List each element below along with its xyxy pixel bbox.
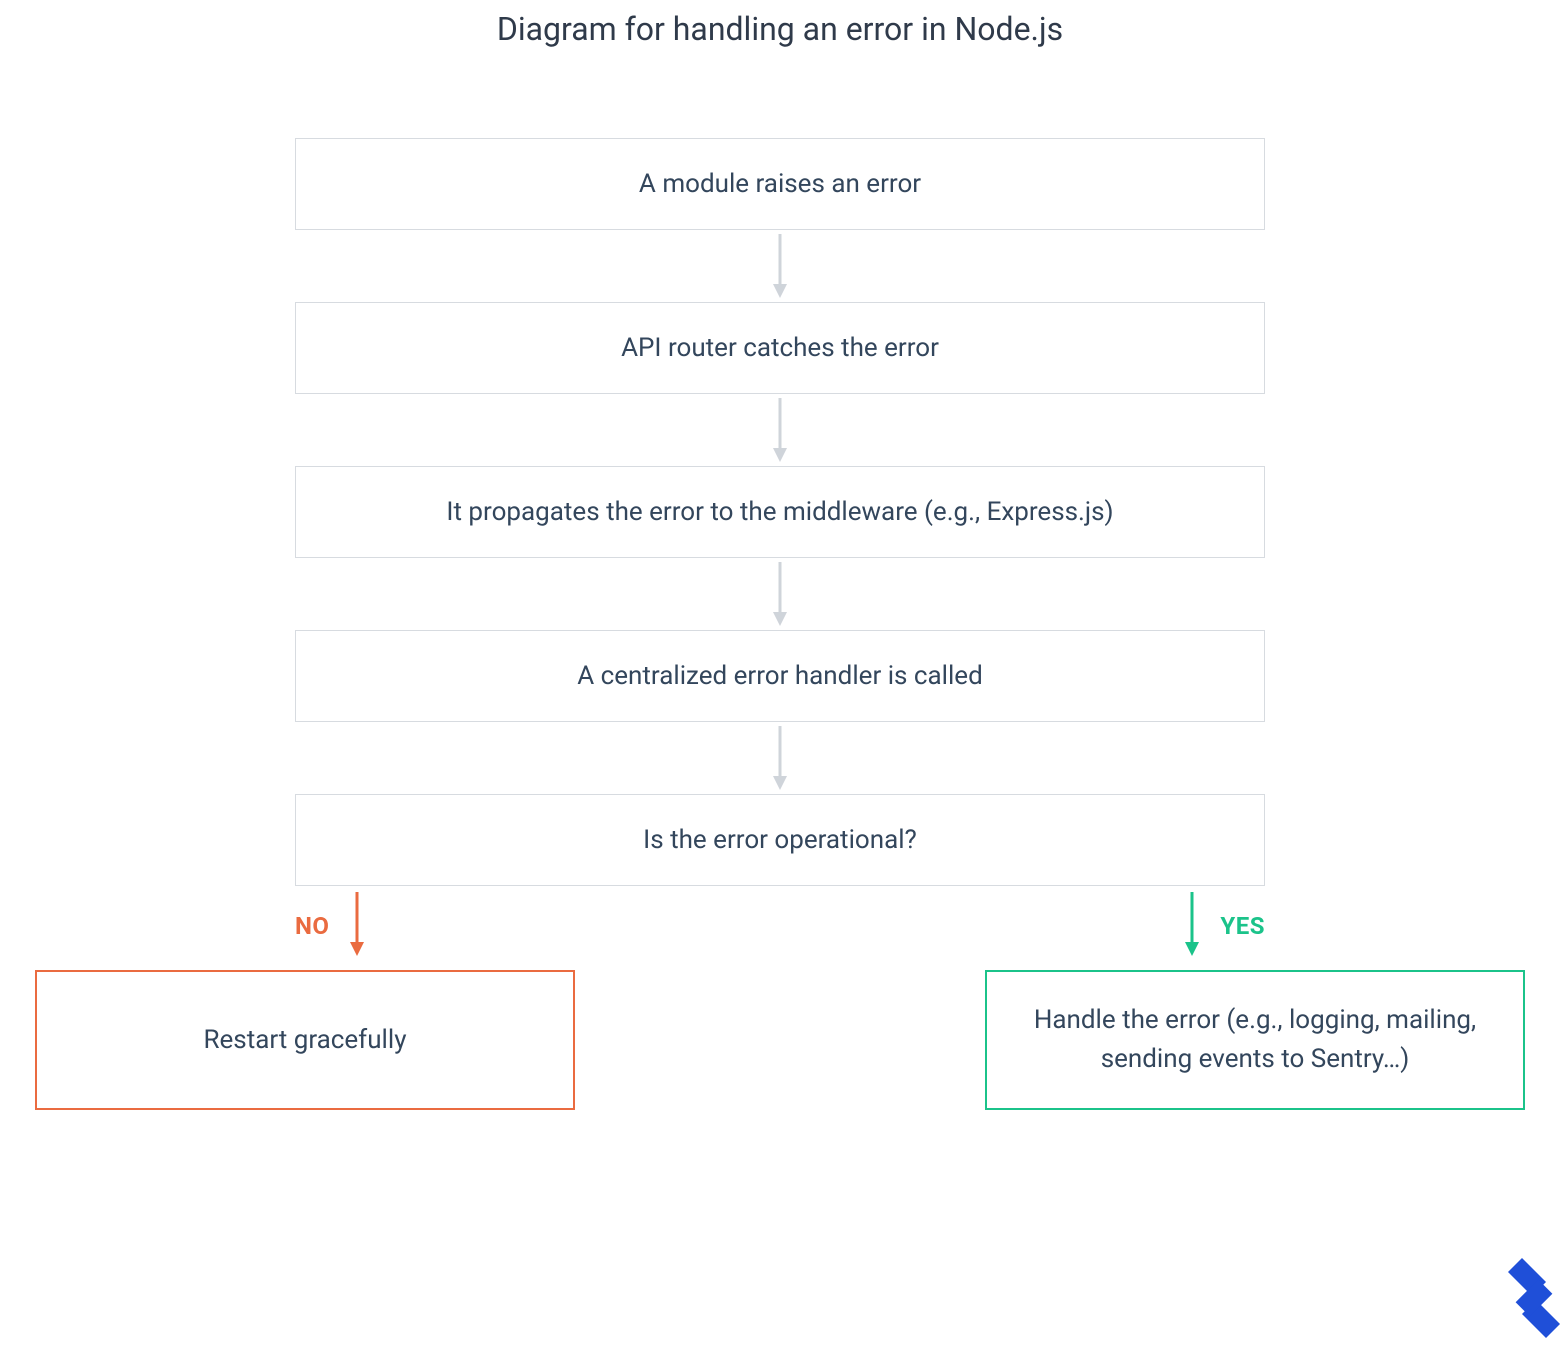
step-label: It propagates the error to the middlewar… — [446, 497, 1113, 527]
decision-branches: NO YES — [295, 886, 1265, 966]
arrow-down-icon — [770, 230, 790, 302]
step-centralized-handler: A centralized error handler is called — [295, 630, 1265, 722]
toptal-logo-icon — [1498, 1258, 1560, 1342]
step-module-raises-error: A module raises an error — [295, 138, 1265, 230]
branch-no: NO — [295, 886, 367, 966]
arrow-down-icon — [347, 888, 367, 964]
step-label: API router catches the error — [621, 333, 939, 363]
step-is-operational: Is the error operational? — [295, 794, 1265, 886]
flowchart: A module raises an error API router catc… — [0, 138, 1560, 1110]
result-restart-gracefully: Restart gracefully — [35, 970, 575, 1110]
step-label: Is the error operational? — [643, 825, 917, 855]
arrow-down-icon — [770, 722, 790, 794]
result-row: Restart gracefully Handle the error (e.g… — [35, 970, 1525, 1110]
branch-yes: YES — [1182, 886, 1265, 966]
step-label: A centralized error handler is called — [577, 661, 983, 691]
step-label: A module raises an error — [639, 169, 921, 199]
result-handle-error: Handle the error (e.g., logging, mailing… — [985, 970, 1525, 1110]
branch-yes-label: YES — [1220, 912, 1265, 940]
arrow-down-icon — [770, 394, 790, 466]
step-api-router-catches: API router catches the error — [295, 302, 1265, 394]
branch-no-label: NO — [295, 912, 329, 940]
arrow-down-icon — [770, 558, 790, 630]
arrow-down-icon — [1182, 888, 1202, 964]
result-label: Restart gracefully — [203, 1021, 406, 1060]
step-propagate-middleware: It propagates the error to the middlewar… — [295, 466, 1265, 558]
diagram-title: Diagram for handling an error in Node.js — [0, 0, 1560, 48]
result-label: Handle the error (e.g., logging, mailing… — [1027, 1001, 1483, 1079]
